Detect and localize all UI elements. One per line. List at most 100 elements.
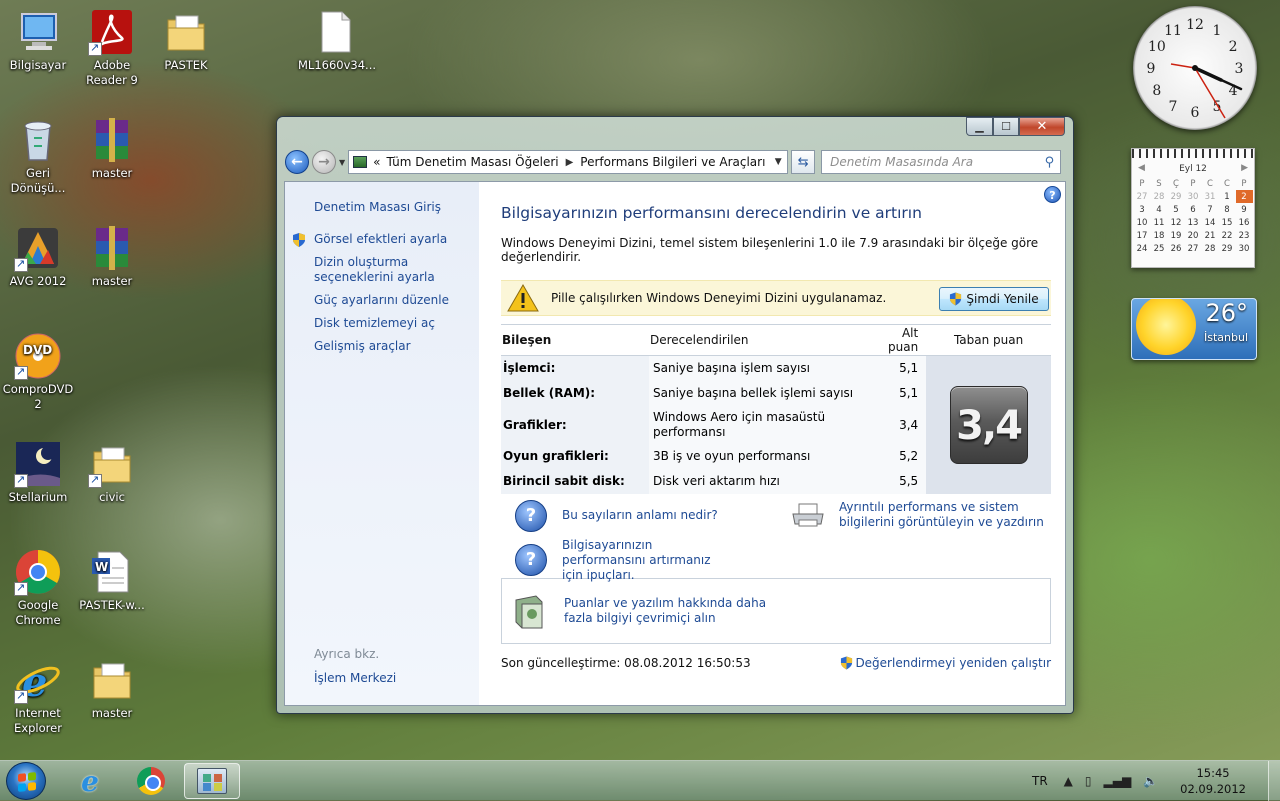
calendar-gadget[interactable]: ◀ Eyl 12 ▶ PSÇPCCP 27 28 29 30 31 1 2 3 4 5 6 7 8 9 10…: [1131, 148, 1255, 268]
desktop-icon-computer[interactable]: Bilgisayar: [0, 8, 76, 73]
clock-gadget[interactable]: 12 1 2 3 4 5 6 7 8 9 10 11: [1133, 6, 1257, 130]
tips-link[interactable]: ? Bilgisayarınızın performansını artırma…: [515, 538, 732, 583]
calendar-day[interactable]: 30: [1185, 190, 1202, 203]
calendar-day[interactable]: 14: [1202, 216, 1219, 229]
window-content: Denetim Masası Giriş Görsel efektleri ay…: [284, 181, 1066, 706]
calendar-day[interactable]: 13: [1185, 216, 1202, 229]
calendar-day[interactable]: 22: [1219, 229, 1236, 242]
desktop-icon-recycle-bin[interactable]: Geri Dönüşü...: [0, 116, 76, 196]
calendar-day[interactable]: 29: [1219, 242, 1236, 255]
calendar-day[interactable]: 24: [1134, 242, 1151, 255]
address-bar[interactable]: « Tüm Denetim Masası Öğeleri ▶ Performan…: [348, 150, 789, 174]
calendar-day[interactable]: 1: [1219, 190, 1236, 203]
calendar-day[interactable]: 2: [1235, 190, 1253, 203]
maximize-button[interactable]: ☐: [993, 117, 1019, 136]
calendar-day[interactable]: 5: [1168, 203, 1185, 216]
calendar-day[interactable]: 19: [1168, 229, 1185, 242]
calendar-day[interactable]: 7: [1202, 203, 1219, 216]
sidebar-link-visual-effects[interactable]: Görsel efektleri ayarla: [285, 228, 479, 251]
start-button[interactable]: [6, 762, 46, 800]
desktop-icon-master-2[interactable]: master: [74, 224, 150, 289]
calendar-day[interactable]: 6: [1185, 203, 1202, 216]
rerun-assessment-link[interactable]: Değerlendirmeyi yeniden çalıştır: [840, 656, 1051, 670]
calendar-day[interactable]: 15: [1219, 216, 1236, 229]
sidebar-home-link[interactable]: Denetim Masası Giriş: [285, 196, 479, 219]
calendar-day[interactable]: 10: [1134, 216, 1151, 229]
calendar-day[interactable]: 25: [1151, 242, 1168, 255]
taskbar-control-panel-button[interactable]: [184, 763, 240, 799]
calendar-day[interactable]: 23: [1236, 229, 1253, 242]
chevron-left-double-icon[interactable]: «: [373, 155, 380, 169]
battery-icon[interactable]: ▯: [1085, 774, 1092, 788]
details-print-link[interactable]: Ayrıntılı performans ve sistem bilgileri…: [791, 500, 1051, 530]
desktop-icon-adobe-reader[interactable]: Adobe Reader 9: [74, 8, 150, 88]
calendar-day[interactable]: 8: [1219, 203, 1236, 216]
online-info-link[interactable]: Puanlar ve yazılım hakkında daha fazla b…: [564, 596, 774, 626]
breadcrumb-all-control-panel[interactable]: Tüm Denetim Masası Öğeleri: [387, 155, 559, 169]
taskbar-chrome-button[interactable]: [123, 763, 179, 799]
address-dropdown-icon[interactable]: ▼: [769, 157, 787, 167]
calendar-day[interactable]: 21: [1202, 229, 1219, 242]
show-hidden-icons-icon[interactable]: ▲: [1064, 774, 1073, 788]
calendar-next-icon[interactable]: ▶: [1241, 163, 1248, 173]
taskbar-clock[interactable]: 15:45 02.09.2012: [1180, 765, 1246, 797]
desktop-icon-pastek-w[interactable]: W PASTEK-w...: [74, 548, 150, 613]
calendar-prev-icon[interactable]: ◀: [1138, 163, 1145, 173]
action-center-link[interactable]: İşlem Merkezi: [314, 671, 396, 685]
close-button[interactable]: ✕: [1019, 117, 1065, 136]
calendar-day[interactable]: 27: [1134, 190, 1151, 203]
calendar-day[interactable]: 11: [1151, 216, 1168, 229]
calendar-day[interactable]: 16: [1236, 216, 1253, 229]
back-button[interactable]: ←: [285, 150, 309, 174]
desktop-icon-master-1[interactable]: master: [74, 116, 150, 181]
refresh-now-button[interactable]: Şimdi Yenile: [939, 287, 1049, 311]
calendar-day[interactable]: 9: [1236, 203, 1253, 216]
network-signal-icon[interactable]: ▂▄▆: [1104, 774, 1132, 788]
forward-button[interactable]: →: [312, 150, 336, 174]
search-icon[interactable]: ⚲: [1045, 155, 1055, 170]
desktop-icon-ml1660[interactable]: ML1660v34...: [298, 8, 376, 73]
meaning-link[interactable]: ? Bu sayıların anlamı nedir?: [515, 499, 718, 532]
weather-gadget[interactable]: 26° İstanbul: [1131, 298, 1257, 360]
desktop-icon-stellarium[interactable]: Stellarium: [0, 440, 76, 505]
calendar-day[interactable]: 4: [1151, 203, 1168, 216]
row-subscore: 5,1: [887, 355, 927, 381]
calendar-day[interactable]: 29: [1168, 190, 1185, 203]
sidebar-link-indexing[interactable]: Dizin oluşturma seçeneklerini ayarla: [285, 251, 479, 289]
minimize-button[interactable]: ▁: [966, 117, 993, 136]
search-input[interactable]: [828, 154, 1045, 170]
clock-face: 12 1234567891011: [1147, 17, 1244, 121]
calendar-day[interactable]: 26: [1168, 242, 1185, 255]
calendar-day[interactable]: 27: [1185, 242, 1202, 255]
sidebar-link-power[interactable]: Güç ayarlarını düzenle: [285, 289, 479, 312]
calendar-day[interactable]: 18: [1151, 229, 1168, 242]
desktop-icon-chrome[interactable]: Google Chrome: [0, 548, 76, 628]
desktop-icon-avg[interactable]: AVG 2012: [0, 224, 76, 289]
sidebar-link-advanced-tools[interactable]: Gelişmiş araçlar: [285, 335, 479, 358]
desktop-icon-comprodvd[interactable]: DVD ComproDVD 2: [0, 332, 76, 412]
calendar-day[interactable]: 28: [1202, 242, 1219, 255]
show-desktop-button[interactable]: [1268, 761, 1280, 801]
recent-pages-chevron-icon[interactable]: ▼: [339, 158, 345, 167]
help-icon[interactable]: ?: [1044, 186, 1061, 203]
sidebar-link-disk-cleanup[interactable]: Disk temizlemeyi aç: [285, 312, 479, 335]
calendar-day[interactable]: 17: [1134, 229, 1151, 242]
calendar-day[interactable]: 31: [1202, 190, 1219, 203]
desktop-icon-ie[interactable]: e Internet Explorer: [0, 656, 76, 736]
desktop-icon-civic[interactable]: civic: [74, 440, 150, 505]
taskbar-ie-button[interactable]: e: [62, 763, 118, 799]
calendar-day[interactable]: 3: [1134, 203, 1151, 216]
calendar-day[interactable]: 20: [1185, 229, 1202, 242]
breadcrumb-performance[interactable]: Performans Bilgileri ve Araçları: [580, 155, 765, 169]
desktop-icon-master-3[interactable]: master: [74, 656, 150, 721]
language-indicator[interactable]: TR: [1032, 774, 1048, 788]
calendar-day[interactable]: 12: [1168, 216, 1185, 229]
calendar-day[interactable]: 28: [1151, 190, 1168, 203]
search-box[interactable]: ⚲: [821, 150, 1062, 174]
refresh-icon[interactable]: ⇆: [791, 150, 816, 174]
volume-icon[interactable]: 🔈: [1143, 774, 1158, 788]
folder-icon: [88, 656, 136, 704]
desktop-icon-pastek[interactable]: PASTEK: [148, 8, 224, 73]
breadcrumb-separator-icon[interactable]: ▶: [566, 157, 574, 168]
calendar-day[interactable]: 30: [1236, 242, 1253, 255]
